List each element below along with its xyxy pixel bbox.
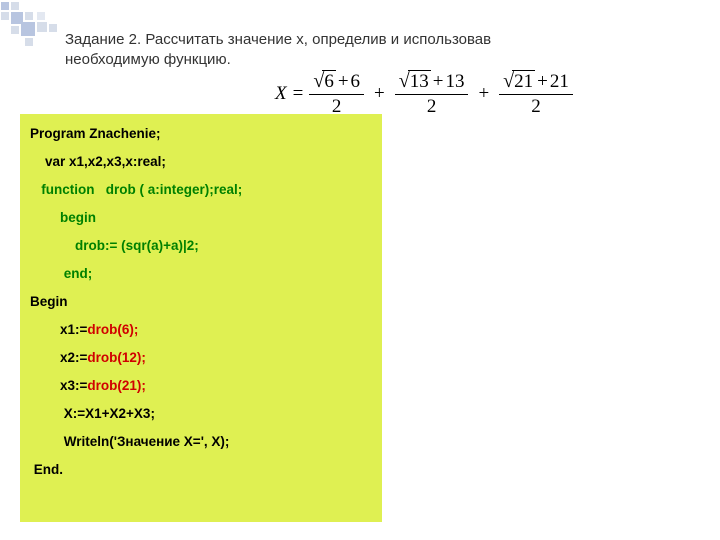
root-2: 13 bbox=[408, 70, 431, 93]
code-line-13: End. bbox=[30, 462, 372, 477]
add-3: 21 bbox=[550, 71, 569, 93]
task-line2: необходимую функцию. bbox=[65, 50, 665, 70]
code-line-9: x2:=drob(12); bbox=[30, 350, 372, 365]
code-line-12: Writeln('Значение Х=', X); bbox=[30, 434, 372, 449]
task-text: Задание 2. Рассчитать значение х, опреде… bbox=[65, 30, 665, 71]
formula-eq: = bbox=[293, 83, 304, 105]
code-line-6: end; bbox=[30, 266, 372, 281]
add-2: 13 bbox=[445, 71, 464, 93]
code-line-11: X:=X1+X2+X3; bbox=[30, 406, 372, 421]
den-2: 2 bbox=[427, 95, 437, 118]
add-1: 6 bbox=[351, 71, 361, 93]
code-line-7: Begin bbox=[30, 294, 372, 309]
code-line-8: x1:=drob(6); bbox=[30, 322, 372, 337]
code-line-3: function drob ( a:integer);real; bbox=[30, 182, 372, 197]
fraction-2: √13 + 13 2 bbox=[395, 70, 469, 118]
formula-lhs: X bbox=[275, 83, 287, 105]
fraction-1: √6 + 6 2 bbox=[309, 70, 364, 118]
root-1: 6 bbox=[322, 70, 336, 93]
den-3: 2 bbox=[531, 95, 541, 118]
code-box: Program Znachenie; var x1,x2,x3,x:real; … bbox=[20, 114, 382, 522]
fraction-3: √21 + 21 2 bbox=[499, 70, 573, 118]
code-line-2: var x1,x2,x3,x:real; bbox=[30, 154, 372, 169]
formula: X = √6 + 6 2 + √13 + 13 2 + √21 + 21 2 bbox=[275, 70, 573, 118]
decorative-squares bbox=[0, 0, 70, 50]
code-line-10: x3:=drob(21); bbox=[30, 378, 372, 393]
task-line1: Задание 2. Рассчитать значение х, опреде… bbox=[65, 30, 665, 50]
code-line-1: Program Znachenie; bbox=[30, 126, 372, 141]
code-line-4: begin bbox=[30, 210, 372, 225]
code-line-5: drob:= (sqr(a)+a)|2; bbox=[30, 238, 372, 253]
root-3: 21 bbox=[512, 70, 535, 93]
